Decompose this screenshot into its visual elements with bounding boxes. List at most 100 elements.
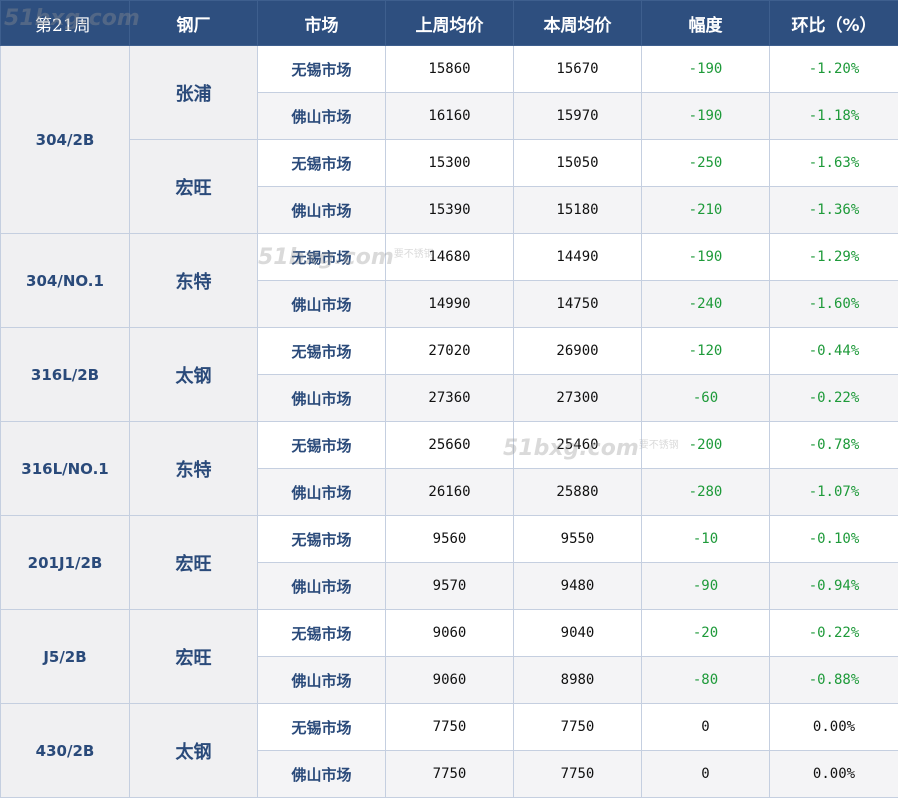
pct-change-cell: -1.60%	[769, 280, 898, 328]
change-cell: -210	[641, 186, 770, 234]
market-cell: 佛山市场	[257, 750, 386, 798]
this-week-price-cell: 25460	[513, 421, 642, 469]
last-week-price-cell: 25660	[385, 421, 514, 469]
mill-cell: 宏旺	[129, 515, 258, 610]
mill-header: 钢厂	[129, 0, 258, 46]
pct-change-cell: -0.94%	[769, 562, 898, 610]
market-cell: 无锡市场	[257, 327, 386, 375]
pct-change-header: 环比（%）	[769, 0, 898, 46]
last-week-price-cell: 9560	[385, 515, 514, 563]
this-week-price-cell: 8980	[513, 656, 642, 704]
this-week-price-cell: 15180	[513, 186, 642, 234]
mill-cell: 宏旺	[129, 609, 258, 704]
last-week-price-cell: 15860	[385, 45, 514, 93]
change-cell: -190	[641, 233, 770, 281]
change-cell: 0	[641, 750, 770, 798]
change-cell: -80	[641, 656, 770, 704]
pct-change-cell: -0.22%	[769, 374, 898, 422]
market-cell: 佛山市场	[257, 92, 386, 140]
this-week-price-cell: 9480	[513, 562, 642, 610]
grade-cell: 316L/2B	[0, 327, 130, 422]
change-cell: -200	[641, 421, 770, 469]
market-cell: 佛山市场	[257, 374, 386, 422]
last-week-price-cell: 26160	[385, 468, 514, 516]
change-cell: -280	[641, 468, 770, 516]
this-week-price-cell: 26900	[513, 327, 642, 375]
grade-cell: 304/2B	[0, 45, 130, 234]
change-cell: -60	[641, 374, 770, 422]
mill-cell: 张浦	[129, 45, 258, 140]
last-week-price-cell: 16160	[385, 92, 514, 140]
market-cell: 佛山市场	[257, 186, 386, 234]
pct-change-cell: -1.18%	[769, 92, 898, 140]
mill-cell: 太钢	[129, 703, 258, 798]
week-header: 第21周	[0, 0, 130, 46]
pct-change-cell: -0.10%	[769, 515, 898, 563]
last-week-price-cell: 9570	[385, 562, 514, 610]
grade-cell: 201J1/2B	[0, 515, 130, 610]
change-cell: -190	[641, 45, 770, 93]
pct-change-cell: -1.29%	[769, 233, 898, 281]
this-week-price-cell: 14490	[513, 233, 642, 281]
pct-change-cell: -0.22%	[769, 609, 898, 657]
last-week-price-cell: 14990	[385, 280, 514, 328]
table-body: 304/2B 张浦 无锡市场 15860 15670 -190 -1.20% 佛山市场 1616…	[0, 45, 898, 798]
grade-cell: 304/NO.1	[0, 233, 130, 328]
table-row: J5/2B 宏旺 无锡市场 9060 9040 -20 -0.22%	[0, 609, 898, 704]
table-row: 316L/NO.1 东特 无锡市场 25660 25460 -200 -0.78%	[0, 421, 898, 516]
this-week-price-cell: 25880	[513, 468, 642, 516]
market-cell: 无锡市场	[257, 703, 386, 751]
table-row: 430/2B 太钢 无锡市场 7750 7750 0 0.00%	[0, 703, 898, 798]
this-week-price-cell: 15050	[513, 139, 642, 187]
this-week-avg-header: 本周均价	[513, 0, 642, 46]
last-week-price-cell: 14680	[385, 233, 514, 281]
market-cell: 佛山市场	[257, 468, 386, 516]
table-row: 304/NO.1 东特 无锡市场 14680 14490 -190 -1.29%	[0, 233, 898, 328]
pct-change-cell: -1.63%	[769, 139, 898, 187]
change-cell: -20	[641, 609, 770, 657]
change-cell: -120	[641, 327, 770, 375]
change-cell: -240	[641, 280, 770, 328]
mill-cell: 东特	[129, 421, 258, 516]
pct-change-cell: 0.00%	[769, 703, 898, 751]
price-table-panel: 第21周 钢厂 市场 上周均价 本周均价 幅度 环比（%） 304/2B 张浦 无锡…	[0, 0, 898, 798]
mill-cell: 东特	[129, 233, 258, 328]
last-week-price-cell: 27360	[385, 374, 514, 422]
this-week-price-cell: 7750	[513, 703, 642, 751]
this-week-price-cell: 9550	[513, 515, 642, 563]
stainless-price-table: 第21周 钢厂 市场 上周均价 本周均价 幅度 环比（%） 304/2B 张浦 无锡…	[0, 0, 898, 798]
market-cell: 无锡市场	[257, 609, 386, 657]
pct-change-cell: -0.44%	[769, 327, 898, 375]
market-header: 市场	[257, 0, 386, 46]
last-week-price-cell: 7750	[385, 750, 514, 798]
market-cell: 无锡市场	[257, 233, 386, 281]
pct-change-cell: -1.20%	[769, 45, 898, 93]
table-row: 201J1/2B 宏旺 无锡市场 9560 9550 -10 -0.10%	[0, 515, 898, 610]
table-row: 316L/2B 太钢 无锡市场 27020 26900 -120 -0.44%	[0, 327, 898, 422]
last-week-price-cell: 9060	[385, 656, 514, 704]
pct-change-cell: -1.07%	[769, 468, 898, 516]
market-cell: 无锡市场	[257, 45, 386, 93]
last-week-price-cell: 15300	[385, 139, 514, 187]
change-header: 幅度	[641, 0, 770, 46]
last-week-price-cell: 27020	[385, 327, 514, 375]
last-week-avg-header: 上周均价	[385, 0, 514, 46]
header-row: 第21周 钢厂 市场 上周均价 本周均价 幅度 环比（%）	[0, 0, 898, 46]
market-cell: 佛山市场	[257, 562, 386, 610]
last-week-price-cell: 7750	[385, 703, 514, 751]
market-cell: 无锡市场	[257, 139, 386, 187]
last-week-price-cell: 15390	[385, 186, 514, 234]
this-week-price-cell: 15970	[513, 92, 642, 140]
table-row: 304/2B 张浦 无锡市场 15860 15670 -190 -1.20%	[0, 45, 898, 234]
change-cell: -90	[641, 562, 770, 610]
market-cell: 无锡市场	[257, 421, 386, 469]
table-row: 宏旺 无锡市场 15300 15050 -250 -1.63%	[1, 139, 898, 234]
mill-cell: 宏旺	[129, 139, 258, 234]
last-week-price-cell: 9060	[385, 609, 514, 657]
pct-change-cell: -0.78%	[769, 421, 898, 469]
change-cell: -250	[641, 139, 770, 187]
this-week-price-cell: 7750	[513, 750, 642, 798]
market-cell: 佛山市场	[257, 656, 386, 704]
market-cell: 无锡市场	[257, 515, 386, 563]
change-cell: -10	[641, 515, 770, 563]
